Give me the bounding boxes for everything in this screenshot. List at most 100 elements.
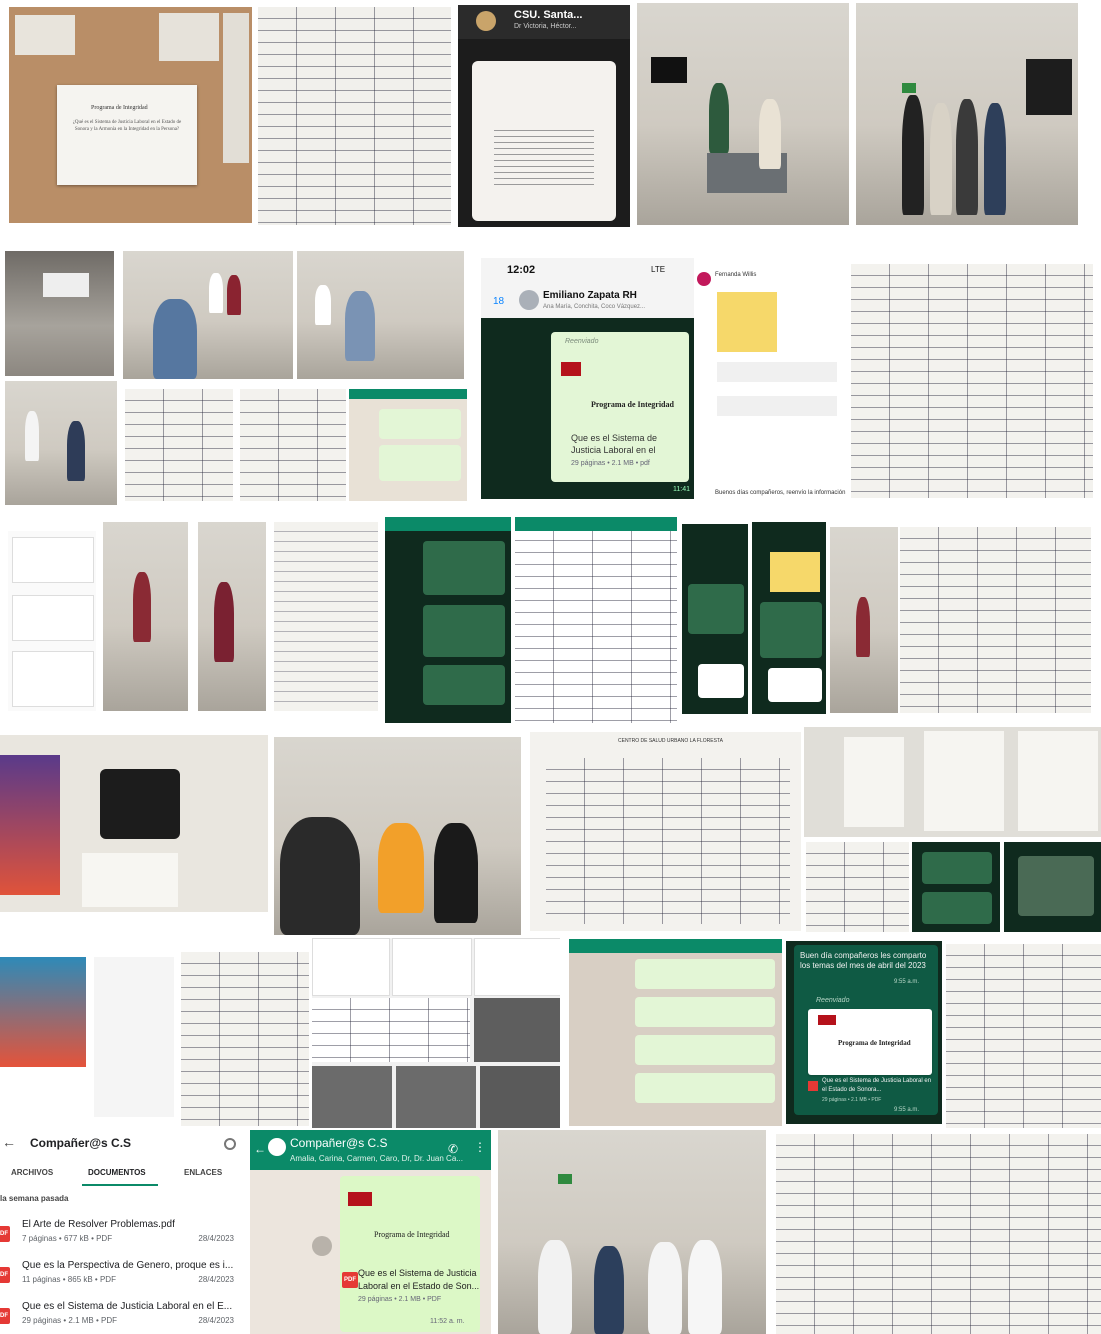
photo-sheets-on-wall — [804, 727, 1101, 837]
sheet-title: CENTRO DE SALUD URBANO LA FLORESTA — [618, 738, 723, 744]
whatsapp-phone-3 — [912, 842, 1000, 932]
pdf-icon: PDF — [0, 1308, 10, 1324]
doc-meta: 29 páginas • 2.1 MB • pdf — [571, 460, 650, 467]
files-panel-title: Compañer@s C.S — [30, 1136, 132, 1150]
pdf-icon: PDF — [342, 1272, 358, 1288]
status-time: 12:02 — [507, 264, 536, 276]
sonora-logo — [561, 362, 581, 376]
photo-seated-audience-2 — [297, 251, 464, 379]
doc-title: Que es el Sistema de Justicia Laboral en… — [571, 433, 658, 455]
chat-members: Ana María, Conchita, Coco Vázquez... — [543, 304, 646, 310]
whatsapp-phone-2 — [752, 522, 826, 714]
section-label: la semana pasada — [0, 1194, 69, 1203]
file-row[interactable]: PDF El Arte de Resolver Problemas.pdf 7 … — [0, 1218, 246, 1248]
poster-sheet: Programa de Integridad ¿Qué es el Sistem… — [57, 85, 197, 185]
sonora-logo — [818, 1015, 836, 1025]
tab-enlaces[interactable]: ENLACES — [184, 1168, 222, 1177]
share-text: Buen día compañeros les comparto los tem… — [800, 951, 927, 970]
tab-documentos[interactable]: DOCUMENTOS — [88, 1168, 146, 1177]
attendance-sheet-2 — [125, 389, 233, 501]
attendance-sheet-4 — [851, 264, 1093, 498]
share-pdf-icon — [808, 1081, 818, 1091]
file-date: 28/4/2023 — [198, 1275, 234, 1284]
share-time-1: 9:55 a.m. — [894, 979, 920, 985]
photo-clinic-hall-2 — [198, 522, 266, 711]
chat-doc-title-2: Laboral en el Estado de Son... — [358, 1281, 480, 1291]
pdf-icon: PDF — [0, 1226, 10, 1242]
photo-poster-on-board: Programa de Integridad ¿Qué es el Sistem… — [9, 7, 252, 223]
files-documents-panel: ← Compañer@s C.S ARCHIVOS DOCUMENTOS ENL… — [0, 1130, 246, 1334]
forwarded-label: Reenviado — [565, 338, 599, 345]
whatsapp-forward-screenshot: 12:02 LTE 18 Emiliano Zapata RH Ana Marí… — [481, 258, 694, 499]
whatsapp-phone-1 — [682, 524, 748, 714]
share-icon[interactable] — [312, 1236, 332, 1256]
photo-seated-audience-3 — [5, 381, 117, 505]
file-row[interactable]: PDF Que es la Perspectiva de Genero, pro… — [0, 1259, 246, 1289]
group-avatar — [519, 290, 539, 310]
chat-members: Amalia, Carina, Carmen, Caro, Dr, Dr. Ju… — [290, 1154, 463, 1163]
back-count: 18 — [493, 296, 505, 307]
whatsapp-group-chat: ← Compañer@s C.S Amalia, Carina, Carmen,… — [250, 1130, 491, 1334]
doc-message-bubble[interactable]: Programa de Integridad PDF Que es el Sis… — [340, 1176, 480, 1332]
poster-question: ¿Qué es el Sistema de Justicia Laboral e… — [72, 120, 182, 132]
attendance-sheet-3 — [240, 389, 346, 501]
active-tab-indicator — [82, 1184, 158, 1186]
search-icon[interactable] — [224, 1138, 236, 1150]
sonora-logo — [348, 1192, 372, 1206]
attendance-sheet-6 — [806, 842, 909, 932]
message-time: 11:41 — [673, 486, 690, 493]
share-bubble: Buen día compañeros les comparto los tem… — [794, 945, 938, 1115]
call-icon[interactable]: ✆ — [448, 1142, 458, 1156]
file-meta: 7 páginas • 677 kB • PDF — [22, 1234, 113, 1243]
fingerprint-clock — [100, 769, 180, 839]
author-name: Fernanda Willis — [715, 272, 757, 278]
whatsapp-phone-4 — [1004, 842, 1101, 932]
pdf-icon: PDF — [0, 1267, 10, 1283]
file-date: 28/4/2023 — [198, 1234, 234, 1243]
chat-contact-name: Emiliano Zapata RH — [543, 290, 637, 301]
slide-thumbnails — [8, 531, 96, 711]
chat-time: 11:52 a. m. — [430, 1318, 465, 1325]
whatsapp-forwarded-docs — [569, 939, 782, 1126]
file-name: El Arte de Resolver Problemas.pdf — [22, 1219, 175, 1230]
menu-icon[interactable]: ⋮ — [474, 1140, 486, 1154]
whatsapp-poster-screenshot — [0, 945, 176, 1128]
spreadsheet-screenshot — [515, 517, 677, 723]
back-arrow-icon[interactable]: ← — [254, 1142, 266, 1156]
attendance-handwritten-sheet: CENTRO DE SALUD URBANO LA FLORESTA — [530, 732, 801, 931]
photo-waiting-room-1 — [637, 3, 849, 225]
photo-clinic-hall-1 — [103, 522, 188, 711]
share-time-2: 9:55 a.m. — [894, 1107, 920, 1113]
share-doc-title: Que es el Sistema de Justicia Laboral en… — [822, 1078, 932, 1093]
forward-bubble: Reenviado Programa de Integridad Que es … — [551, 332, 689, 482]
whatsapp-capacitaciones — [385, 517, 511, 723]
photo-reading-document — [274, 737, 521, 935]
file-meta: 11 páginas • 865 kB • PDF — [22, 1275, 116, 1284]
post-footer: Buenos días compañeros, reenvío la infor… — [715, 490, 846, 496]
photo-group-staff — [856, 3, 1078, 225]
tab-archivos[interactable]: ARCHIVOS — [11, 1168, 53, 1177]
chat-title: Compañer@s C.S — [290, 1136, 388, 1150]
chat-doc-meta: 29 páginas • 2.1 MB • PDF — [358, 1296, 442, 1303]
chat-doc-title-1: Que es el Sistema de Justicia — [358, 1268, 477, 1278]
status-network: LTE — [651, 265, 666, 274]
back-arrow-icon[interactable]: ← — [2, 1134, 16, 1150]
whatsapp-csu-screenshot: CSU. Santa... Dr Victoria, Héctor... — [458, 5, 630, 227]
whatsapp-chat-small — [349, 389, 467, 501]
attendance-sheet-1 — [258, 7, 451, 225]
group-avatar[interactable] — [268, 1138, 286, 1156]
file-name: Que es la Perspectiva de Genero, proque … — [22, 1260, 234, 1271]
photo-staff-seated — [498, 1130, 766, 1334]
share-program: Programa de Integridad — [838, 1039, 911, 1047]
chat-header: ← Compañer@s C.S Amalia, Carina, Carmen,… — [250, 1130, 491, 1170]
chat-program-title: Programa de Integridad — [374, 1230, 450, 1239]
file-row[interactable]: PDF Que es el Sistema de Justicia Labora… — [0, 1300, 246, 1330]
share-doc-card: Programa de Integridad — [808, 1009, 932, 1075]
file-meta: 29 páginas • 2.1 MB • PDF — [22, 1316, 117, 1325]
attendance-sheet-5 — [900, 527, 1091, 713]
handwritten-sheet-1 — [274, 522, 378, 711]
csu-chat-title: CSU. Santa... — [514, 9, 583, 21]
facebook-post-screenshot: Fernanda Willis Buenos días compañeros, … — [697, 266, 850, 500]
program-title: Programa de Integridad — [591, 400, 674, 409]
share-forwarded: Reenviado — [816, 997, 850, 1004]
